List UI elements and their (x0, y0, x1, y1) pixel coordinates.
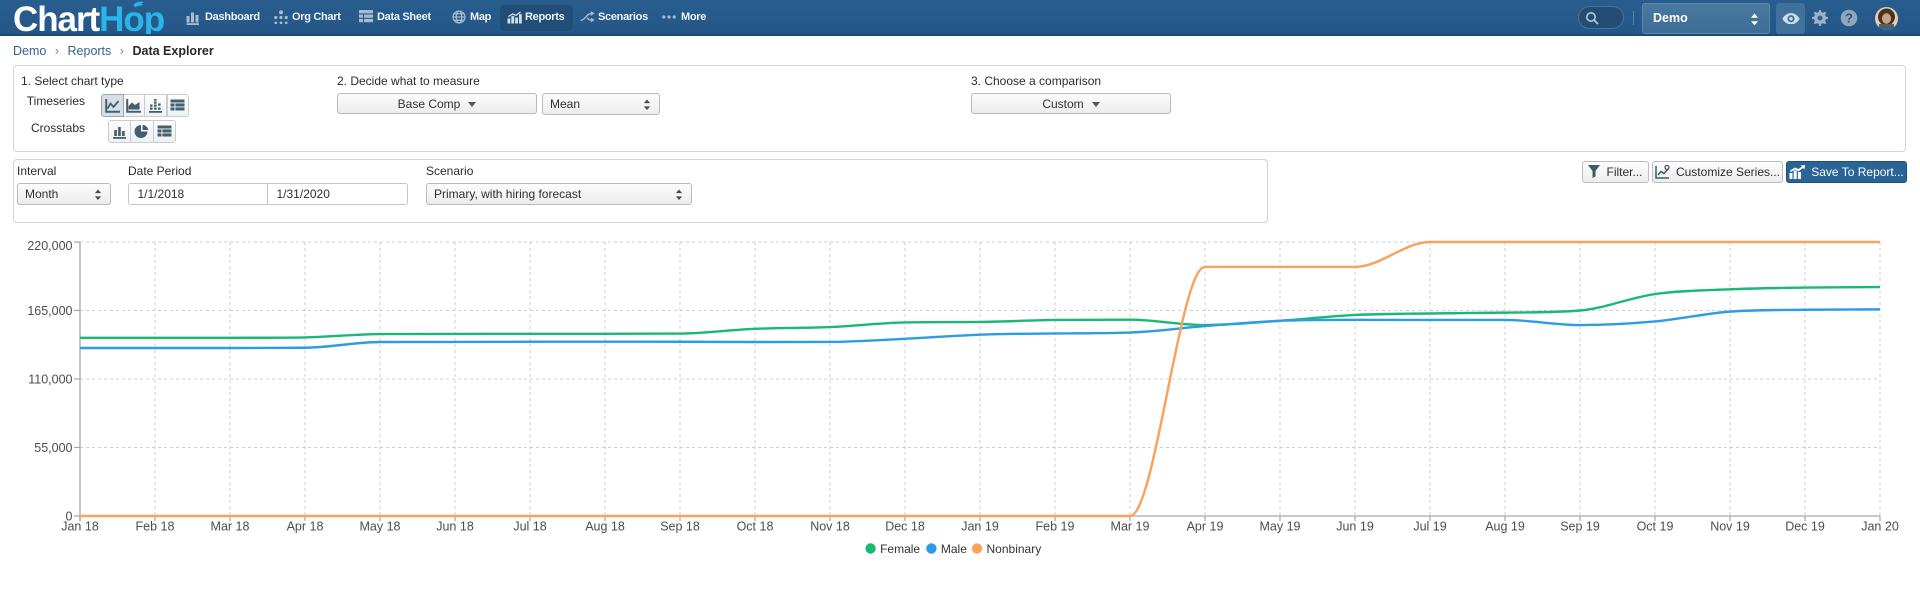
svg-text:Female: Female (880, 542, 920, 556)
svg-text:Jan 20: Jan 20 (1861, 520, 1899, 534)
svg-text:Apr 18: Apr 18 (287, 520, 324, 534)
svg-text:Male: Male (941, 542, 967, 556)
svg-text:165,000: 165,000 (27, 304, 72, 318)
svg-text:Jul 18: Jul 18 (513, 520, 546, 534)
svg-text:220,000: 220,000 (27, 239, 72, 253)
svg-text:May 18: May 18 (360, 520, 401, 534)
svg-text:Feb 19: Feb 19 (1036, 520, 1075, 534)
svg-text:110,000: 110,000 (28, 372, 72, 386)
svg-text:Mar 19: Mar 19 (1111, 520, 1150, 534)
svg-text:Dec 19: Dec 19 (1785, 520, 1825, 534)
svg-text:Jun 18: Jun 18 (436, 520, 474, 534)
svg-text:Aug 18: Aug 18 (585, 520, 625, 534)
svg-text:Mar 18: Mar 18 (211, 520, 250, 534)
svg-text:Nov 19: Nov 19 (1710, 520, 1750, 534)
svg-text:Apr 19: Apr 19 (1187, 520, 1224, 534)
svg-text:Sep 19: Sep 19 (1560, 520, 1600, 534)
svg-text:Oct 18: Oct 18 (737, 520, 774, 534)
svg-text:Aug 19: Aug 19 (1485, 520, 1525, 534)
svg-text:Jan 18: Jan 18 (61, 520, 99, 534)
svg-text:Oct 19: Oct 19 (1637, 520, 1674, 534)
svg-text:May 19: May 19 (1260, 520, 1301, 534)
svg-text:Jan 19: Jan 19 (961, 520, 999, 534)
svg-text:Nonbinary: Nonbinary (987, 542, 1042, 556)
svg-text:Jul 19: Jul 19 (1413, 520, 1446, 534)
svg-text:Sep 18: Sep 18 (660, 520, 700, 534)
svg-text:Nov 18: Nov 18 (810, 520, 850, 534)
svg-text:?: ? (1845, 10, 1853, 25)
svg-text:Feb 18: Feb 18 (136, 520, 175, 534)
svg-text:Jun 19: Jun 19 (1336, 520, 1374, 534)
svg-text:55,000: 55,000 (34, 441, 72, 455)
svg-text:Dec 18: Dec 18 (885, 520, 925, 534)
